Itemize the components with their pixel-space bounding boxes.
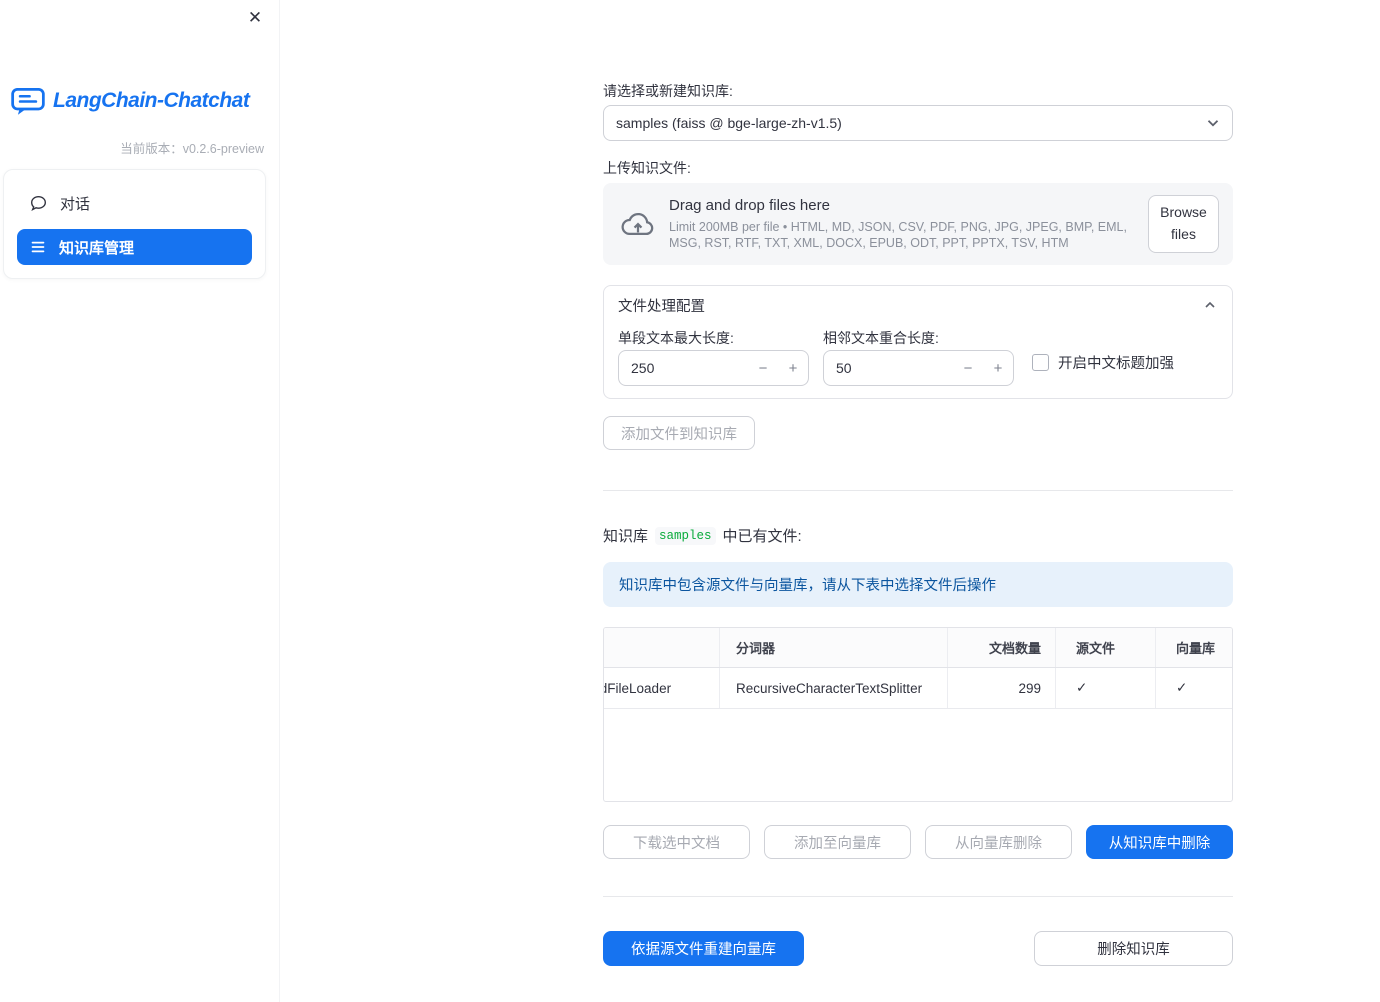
divider bbox=[603, 490, 1233, 491]
cell-source-file-check: ✓ bbox=[1056, 668, 1156, 708]
version-text: 当前版本：v0.2.6-preview bbox=[120, 142, 264, 156]
files-table[interactable]: 文档加载器 分词器 文档数量 源文件 向量库 UnstructuredFileL… bbox=[603, 627, 1233, 802]
logo-icon bbox=[11, 87, 45, 115]
sidebar-item-kb-manage[interactable]: 知识库管理 bbox=[17, 229, 252, 265]
rebuild-vector-button[interactable]: 依据源文件重建向量库 bbox=[603, 931, 804, 966]
max-length-value: 250 bbox=[631, 360, 655, 376]
overlap-length-label: 相邻文本重合长度: bbox=[823, 330, 939, 346]
delete-from-kb-button[interactable]: 从知识库中删除 bbox=[1086, 825, 1233, 859]
kb-manage-icon bbox=[31, 241, 45, 253]
col-vector-store: 向量库 bbox=[1176, 641, 1216, 656]
chevron-up-icon bbox=[1205, 301, 1215, 308]
zh-title-enhance-checkbox[interactable]: 开启中文标题加强 bbox=[1032, 352, 1174, 373]
add-files-button[interactable]: 添加文件到知识库 bbox=[603, 416, 755, 450]
app-root: ✕ LangChain-Chatchat 当前版本：v0.2.6-preview… bbox=[0, 0, 1380, 1002]
download-selected-button[interactable]: 下载选中文档 bbox=[603, 825, 750, 859]
config-expander-title: 文件处理配置 bbox=[618, 298, 705, 315]
sidebar-item-label: 知识库管理 bbox=[59, 239, 135, 257]
delete-kb-button[interactable]: 删除知识库 bbox=[1034, 931, 1233, 966]
browse-files-button[interactable]: Browse files bbox=[1148, 195, 1219, 253]
col-splitter: 分词器 bbox=[720, 628, 948, 667]
sidebar-menu: 对话 知识库管理 bbox=[3, 169, 266, 279]
kb-selectbox[interactable]: samples (faiss @ bge-large-zh-v1.5) bbox=[603, 105, 1233, 141]
overlap-length-input[interactable]: 50 − + bbox=[823, 350, 1014, 386]
cell-doc-count: 299 bbox=[948, 668, 1056, 708]
table-header-row: 文档加载器 分词器 文档数量 源文件 向量库 bbox=[604, 628, 1232, 668]
step-up-button[interactable]: + bbox=[983, 351, 1013, 385]
upload-label: 上传知识文件: bbox=[603, 160, 691, 176]
kb-select-label: 请选择或新建知识库: bbox=[603, 83, 733, 99]
sidebar-close-button[interactable]: ✕ bbox=[244, 7, 266, 29]
file-uploader-dropzone[interactable]: Drag and drop files here Limit 200MB per… bbox=[603, 183, 1233, 265]
col-doc-loader: 文档加载器 bbox=[604, 628, 720, 667]
logo-text: LangChain-Chatchat bbox=[53, 89, 250, 112]
close-icon: ✕ bbox=[247, 8, 263, 27]
kb-selectbox-value: samples (faiss @ bge-large-zh-v1.5) bbox=[616, 115, 842, 131]
kb-name-code: samples bbox=[655, 526, 716, 545]
file-actions: 下载选中文档 添加至向量库 从向量库删除 从知识库中删除 bbox=[603, 825, 1233, 859]
cell-splitter: RecursiveCharacterTextSplitter bbox=[720, 668, 948, 708]
info-banner: 知识库中包含源文件与向量库，请从下表中选择文件后操作 bbox=[603, 562, 1233, 607]
uploader-limit-text: Limit 200MB per file • HTML, MD, JSON, C… bbox=[669, 219, 1127, 251]
kb-files-prefix: 知识库 bbox=[603, 528, 649, 545]
step-down-button[interactable]: − bbox=[953, 351, 983, 385]
logo: LangChain-Chatchat bbox=[10, 86, 250, 116]
step-down-button[interactable]: − bbox=[748, 351, 778, 385]
sidebar-item-chat[interactable]: 对话 bbox=[17, 185, 252, 221]
add-to-vector-button[interactable]: 添加至向量库 bbox=[764, 825, 911, 859]
col-source-file: 源文件 bbox=[1056, 628, 1156, 667]
kb-files-suffix: 中已有文件: bbox=[722, 528, 802, 545]
uploader-text: Drag and drop files here Limit 200MB per… bbox=[669, 197, 1148, 252]
config-expander: 文件处理配置 单段文本最大长度: 相邻文本重合长度: 250 − + 50 − … bbox=[603, 285, 1233, 399]
step-up-button[interactable]: + bbox=[778, 351, 808, 385]
max-length-label: 单段文本最大长度: bbox=[618, 330, 734, 346]
cell-vector-store-check: ✓ bbox=[1176, 680, 1188, 695]
checkbox-box[interactable] bbox=[1032, 354, 1049, 371]
delete-from-vector-button[interactable]: 从向量库删除 bbox=[925, 825, 1072, 859]
max-length-input[interactable]: 250 − + bbox=[618, 350, 809, 386]
sidebar: ✕ LangChain-Chatchat 当前版本：v0.2.6-preview… bbox=[0, 0, 280, 1002]
cloud-upload-icon bbox=[621, 213, 654, 236]
chevron-down-icon bbox=[1207, 120, 1219, 127]
checkbox-label: 开启中文标题加强 bbox=[1058, 356, 1174, 372]
config-expander-header[interactable]: 文件处理配置 bbox=[604, 286, 1232, 324]
kb-actions: 依据源文件重建向量库 删除知识库 bbox=[603, 931, 1233, 966]
overlap-length-value: 50 bbox=[836, 360, 852, 376]
kb-files-heading: 知识库 samples 中已有文件: bbox=[603, 525, 802, 546]
sidebar-item-label: 对话 bbox=[60, 195, 91, 213]
cell-doc-loader: UnstructuredFileLoader bbox=[604, 668, 720, 708]
info-banner-text: 知识库中包含源文件与向量库，请从下表中选择文件后操作 bbox=[619, 578, 996, 594]
uploader-title: Drag and drop files here bbox=[669, 196, 830, 214]
col-doc-count: 文档数量 bbox=[948, 628, 1056, 667]
chat-icon bbox=[31, 195, 46, 211]
table-row[interactable]: UnstructuredFileLoader RecursiveCharacte… bbox=[604, 668, 1232, 709]
divider bbox=[603, 896, 1233, 897]
